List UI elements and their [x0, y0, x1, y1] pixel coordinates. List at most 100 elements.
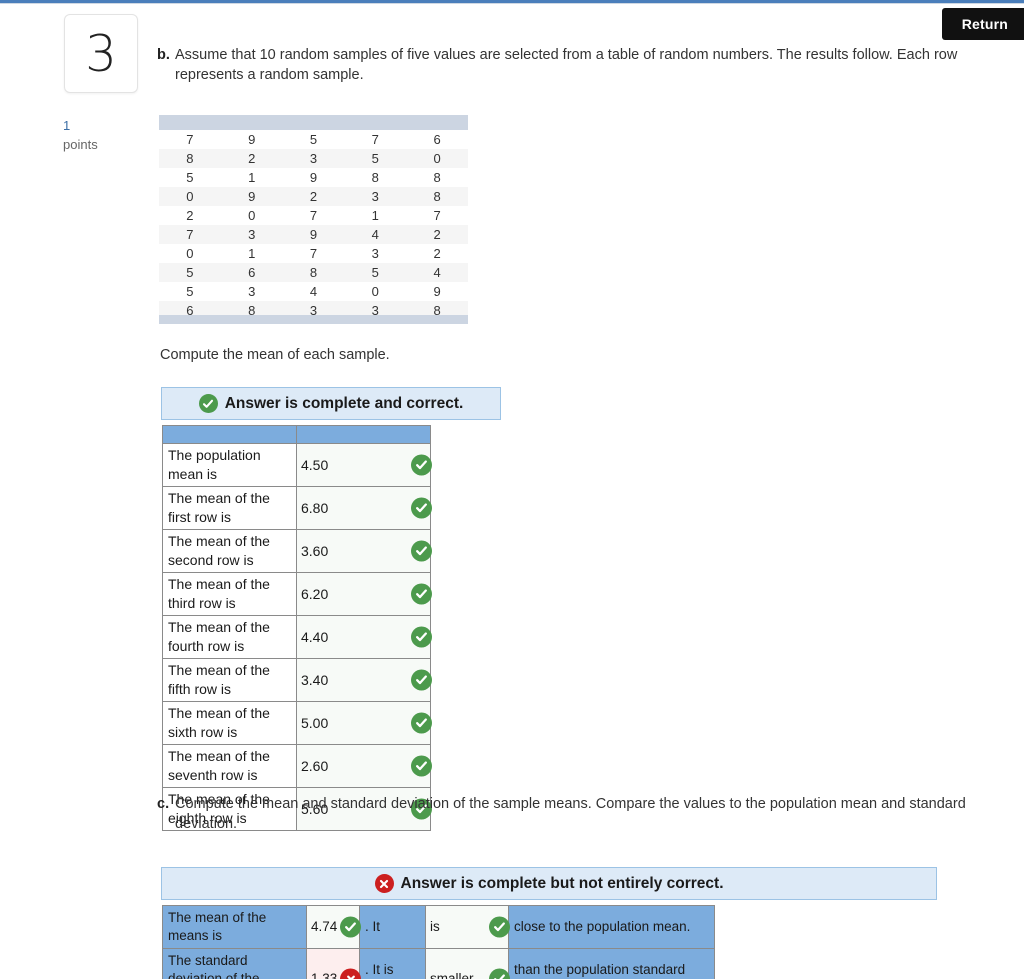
part-b-letter: b. [157, 47, 170, 63]
random-number-cell: 3 [344, 187, 407, 206]
answer-c-status-banner: Answer is complete but not entirely corr… [161, 867, 937, 900]
random-number-cell: 7 [159, 225, 221, 244]
random-number-cell: 5 [159, 168, 221, 187]
answer-b-status-banner: Answer is complete and correct. [161, 387, 501, 420]
random-number-cell: 4 [282, 282, 345, 301]
answer-b-row-label: The mean of the fourth row is [162, 615, 297, 659]
answer-b-value-field[interactable]: 3.40 [296, 658, 432, 702]
check-circle-icon [489, 968, 510, 979]
answer-c-select-field[interactable]: is [425, 905, 510, 949]
answer-c-select-value: smaller [430, 971, 474, 979]
random-number-cell: 0 [344, 282, 407, 301]
answer-b-value-field[interactable]: 6.80 [296, 486, 432, 530]
answer-b-value: 2.60 [301, 758, 329, 774]
answer-c-select-value: is [430, 919, 440, 934]
random-number-cell: 0 [220, 206, 283, 225]
check-circle-icon [198, 394, 218, 413]
table-row: 56854 [159, 263, 468, 282]
answer-c-tail-text: close to the population mean. [508, 905, 715, 949]
answer-b-value-field[interactable]: 3.60 [296, 529, 432, 573]
answer-b-value-field[interactable]: 5.00 [296, 701, 432, 745]
question-number: 3 [85, 24, 117, 83]
answer-b-row-label: The mean of the second row is [162, 529, 297, 573]
random-number-cell: 5 [282, 130, 345, 149]
answer-c-mid-text: . It is much [359, 948, 426, 979]
random-number-cell: 7 [282, 244, 345, 263]
random-number-cell: 0 [406, 149, 468, 168]
check-circle-icon [411, 626, 432, 648]
random-number-cell: 9 [282, 168, 345, 187]
answer-b-row: The mean of the first row is 6.80 [162, 486, 432, 530]
answer-b-table-header [162, 425, 431, 444]
answer-b-value: 6.80 [301, 500, 329, 516]
random-number-cell: 2 [406, 244, 468, 263]
page-root: Return 3 1 points b. Assume that 10 rand… [0, 0, 1024, 979]
random-number-cell: 9 [220, 187, 283, 206]
random-number-cell: 9 [220, 130, 283, 149]
top-divider [0, 0, 1024, 4]
points-value: 1 [63, 118, 71, 133]
random-numbers-table-footer [159, 315, 468, 324]
random-number-cell: 3 [282, 149, 345, 168]
return-button[interactable]: Return [941, 8, 1024, 40]
random-numbers-table: 7957682350519880923820717739420173256854… [159, 115, 468, 320]
random-number-cell: 7 [282, 206, 345, 225]
answer-b-value-field[interactable]: 6.20 [296, 572, 432, 616]
check-circle-icon [411, 497, 432, 519]
table-row: 53409 [159, 282, 468, 301]
check-circle-icon [411, 712, 432, 734]
answer-c-value-field[interactable]: 4.74 [306, 905, 361, 949]
answer-b-value: 3.40 [301, 672, 329, 688]
random-number-cell: 8 [282, 263, 345, 282]
check-circle-icon [411, 583, 432, 605]
part-b-prompt: b. Assume that 10 random samples of five… [157, 46, 987, 85]
random-number-cell: 5 [159, 263, 221, 282]
random-number-cell: 4 [344, 225, 407, 244]
random-number-cell: 0 [159, 187, 221, 206]
table-row: 09238 [159, 187, 468, 206]
answer-c-value: 1.33 [311, 971, 338, 979]
random-number-cell: 6 [220, 263, 283, 282]
answer-c-select-field[interactable]: smaller [425, 948, 510, 979]
answer-c-row-label: The mean of the means is [162, 905, 307, 949]
random-number-cell: 8 [406, 168, 468, 187]
part-c-text: Compute the mean and standard deviation … [175, 796, 966, 832]
random-number-cell: 2 [282, 187, 345, 206]
random-number-cell: 2 [220, 149, 283, 168]
answer-c-value: 4.74 [311, 919, 338, 934]
random-number-cell: 3 [220, 282, 283, 301]
random-number-cell: 7 [406, 206, 468, 225]
question-number-box: 3 [64, 14, 138, 93]
answer-b-row-label: The population mean is [162, 443, 297, 487]
answer-b-row-label: The mean of the third row is [162, 572, 297, 616]
random-number-cell: 7 [159, 130, 221, 149]
answer-c-status-text: Answer is complete but not entirely corr… [400, 874, 724, 892]
table-row: 73942 [159, 225, 468, 244]
answer-c-value-field[interactable]: 1.33 [306, 948, 361, 979]
answer-b-value-field[interactable]: 4.40 [296, 615, 432, 659]
random-number-cell: 3 [344, 244, 407, 263]
random-number-cell: 1 [344, 206, 407, 225]
random-number-cell: 9 [406, 282, 468, 301]
part-c-letter: c. [157, 796, 170, 812]
table-row: 01732 [159, 244, 468, 263]
answer-c-row-label: The standard deviation of the sample mea… [162, 948, 307, 979]
answer-b-header-value-col [296, 425, 431, 444]
answer-b-value: 5.00 [301, 715, 329, 731]
random-number-cell: 0 [159, 244, 221, 263]
answer-b-row: The mean of the sixth row is 5.00 [162, 701, 432, 745]
points-block: 1 points [63, 116, 98, 154]
answer-b-row: The mean of the third row is 6.20 [162, 572, 432, 616]
table-header-cell [159, 115, 468, 130]
part-c-prompt: c. Compute the mean and standard deviati… [157, 795, 987, 834]
answer-b-table: The population mean is 4.50 The mean of th… [162, 425, 432, 831]
table-row: 82350 [159, 149, 468, 168]
points-label: points [63, 137, 98, 152]
answer-b-value: 6.20 [301, 586, 329, 602]
random-number-cell: 1 [220, 244, 283, 263]
answer-b-value-field[interactable]: 4.50 [296, 443, 432, 487]
answer-b-row: The population mean is 4.50 [162, 443, 432, 487]
answer-b-row-label: The mean of the sixth row is [162, 701, 297, 745]
answer-b-value-field[interactable]: 2.60 [296, 744, 432, 788]
random-number-cell: 7 [344, 130, 407, 149]
